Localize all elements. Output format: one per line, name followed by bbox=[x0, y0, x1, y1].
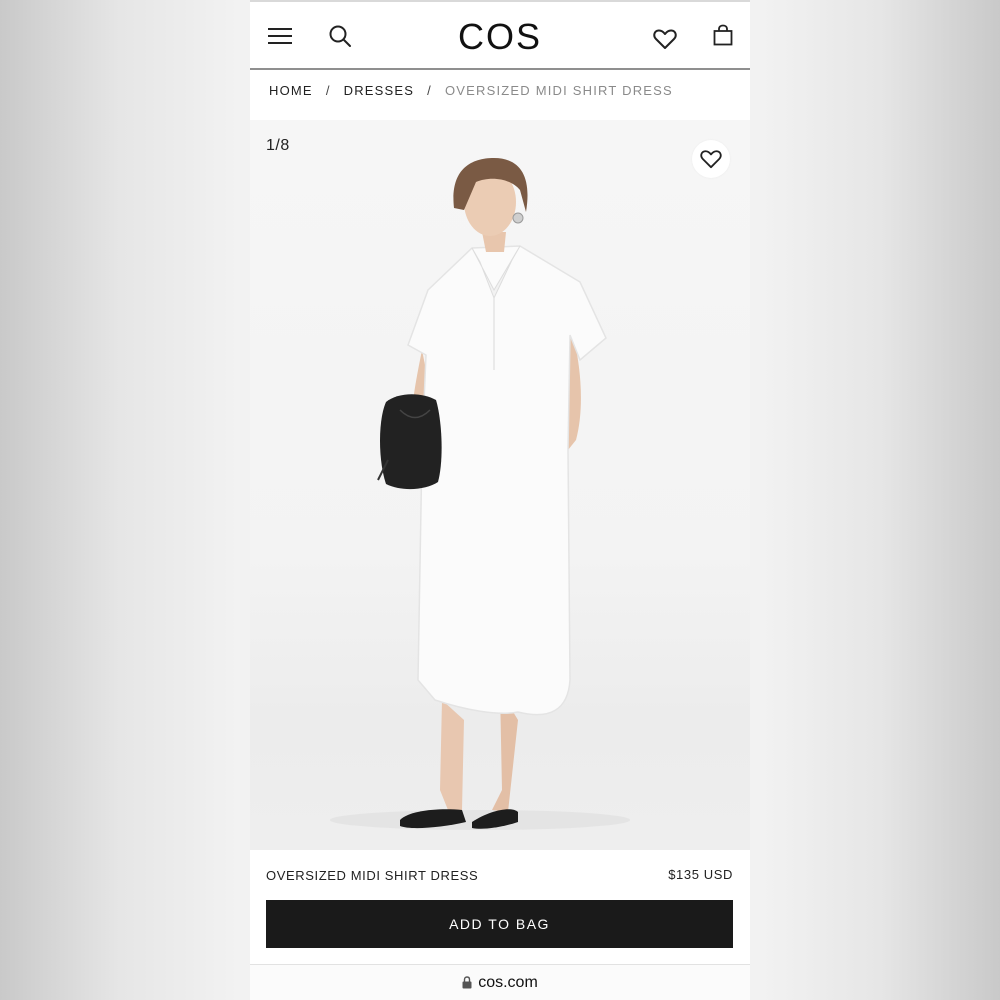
breadcrumb-home[interactable]: HOME bbox=[269, 83, 313, 98]
heart-icon[interactable] bbox=[692, 140, 730, 178]
image-counter: 1/8 bbox=[266, 137, 290, 154]
top-navigation-bar: COS bbox=[250, 0, 750, 70]
lock-icon bbox=[462, 976, 472, 989]
product-photo bbox=[330, 158, 630, 830]
product-image-gallery[interactable]: 1/8 bbox=[250, 120, 750, 850]
breadcrumb-separator: / bbox=[427, 82, 432, 98]
phone-screen: COS HOME / DRESSES / OVERSIZED MIDI SHIR… bbox=[250, 0, 750, 1000]
add-to-bag-button[interactable]: ADD TO BAG bbox=[266, 900, 733, 948]
heart-icon[interactable] bbox=[648, 22, 682, 56]
product-info: OVERSIZED MIDI SHIRT DRESS $135 USD bbox=[250, 860, 750, 890]
breadcrumb: HOME / DRESSES / OVERSIZED MIDI SHIRT DR… bbox=[269, 80, 673, 100]
shopping-bag-icon[interactable] bbox=[708, 18, 738, 52]
breadcrumb-current: OVERSIZED MIDI SHIRT DRESS bbox=[444, 82, 673, 98]
product-name: OVERSIZED MIDI SHIRT DRESS bbox=[266, 868, 479, 883]
url-text: cos.com bbox=[478, 973, 538, 991]
breadcrumb-dresses[interactable]: DRESSES bbox=[344, 83, 415, 98]
product-price: $135 USD bbox=[668, 867, 733, 882]
browser-url-bar[interactable]: cos.com bbox=[250, 964, 750, 1000]
breadcrumb-separator: / bbox=[325, 82, 331, 98]
